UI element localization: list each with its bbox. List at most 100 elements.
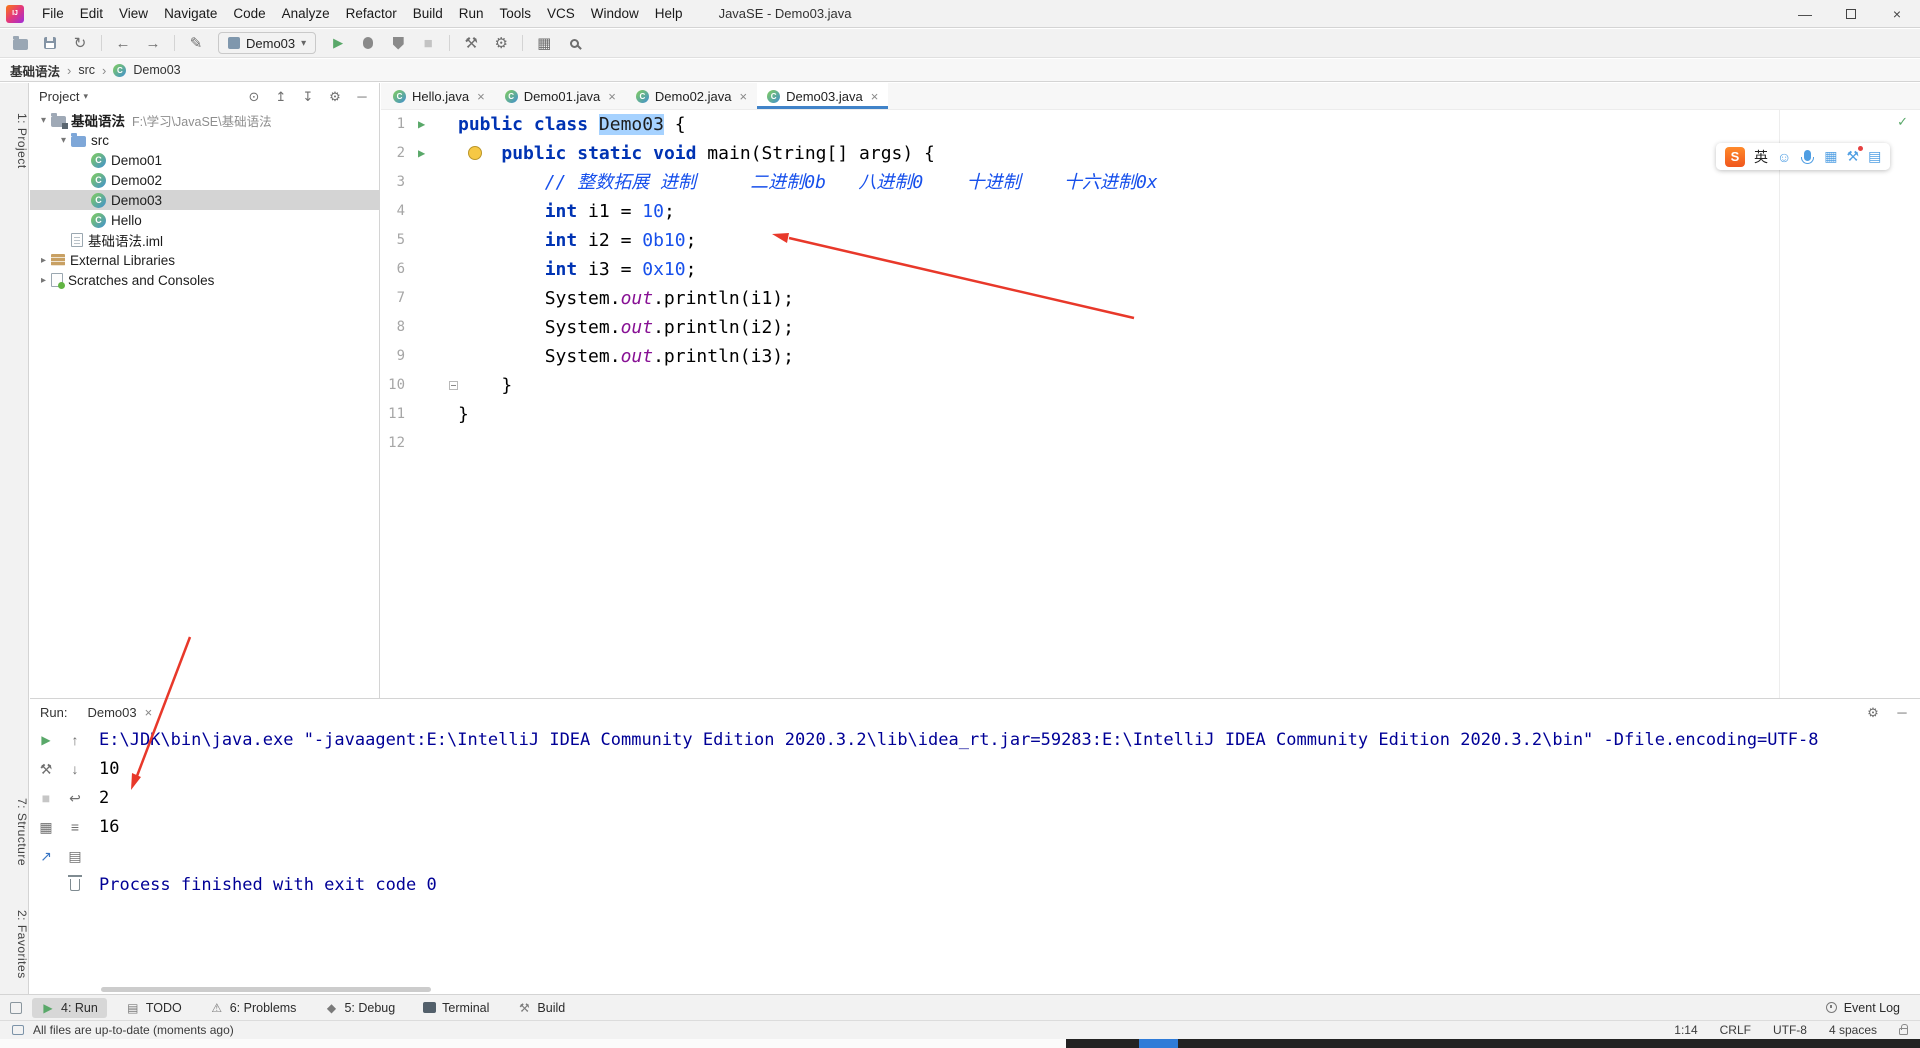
hide-panel-icon[interactable]: ─ [1894, 705, 1910, 721]
menu-vcs[interactable]: VCS [539, 0, 583, 27]
run-gutter-icon[interactable]: ▶ [418, 139, 425, 168]
editor-tab[interactable]: C Demo03.java × [757, 83, 889, 109]
restore-layout-button[interactable]: ▦ [36, 817, 56, 837]
tree-node[interactable]: ▸ Scratches and Consoles [30, 270, 379, 290]
editor-tab[interactable]: C Hello.java × [383, 83, 495, 109]
breadcrumb-item[interactable]: src [78, 63, 95, 77]
menu-analyze[interactable]: Analyze [274, 0, 338, 27]
lock-icon[interactable] [1899, 1024, 1908, 1035]
tree-node[interactable]: C Demo02 [30, 170, 379, 190]
line-separator[interactable]: CRLF [1720, 1023, 1751, 1037]
menu-refactor[interactable]: Refactor [338, 0, 405, 27]
run-gutter-icon[interactable]: ▶ [418, 110, 425, 139]
clear-all-button[interactable] [65, 875, 85, 895]
chevron-right-icon[interactable]: ▸ [36, 255, 51, 266]
project-panel-title[interactable]: Project [39, 89, 79, 104]
pin-button[interactable]: ↗ [36, 846, 56, 866]
editor-tab[interactable]: C Demo01.java × [495, 83, 626, 109]
close-icon[interactable]: × [477, 89, 485, 104]
indent-setting[interactable]: 4 spaces [1829, 1023, 1877, 1037]
gear-icon[interactable]: ⚙ [1865, 705, 1881, 721]
intention-bulb-icon[interactable] [468, 146, 482, 160]
code-line[interactable]: 9 System.out.println(i3); [381, 342, 1920, 371]
toolwindow-button[interactable]: ⚠ 6: Problems [201, 998, 306, 1018]
undo-button[interactable]: ✎ [184, 31, 208, 55]
prev-occurrence-button[interactable]: ↑ [65, 730, 85, 750]
editor-body[interactable]: 1 ▶ public class Demo03 {2 ▶ public static … [381, 110, 1920, 698]
emoji-icon[interactable]: ☺ [1777, 149, 1791, 165]
sogou-logo-icon[interactable]: S [1725, 146, 1745, 167]
code-line[interactable]: 7 System.out.println(i1); [381, 284, 1920, 313]
code-line[interactable]: 6 int i3 = 0x10; [381, 255, 1920, 284]
print-button[interactable]: ▤ [65, 846, 85, 866]
sync-button[interactable]: ↻ [68, 31, 92, 55]
taskbar-active-app[interactable] [1139, 1039, 1178, 1048]
close-button[interactable]: × [1874, 0, 1920, 27]
tree-node[interactable]: ▸ External Libraries [30, 250, 379, 270]
code-line[interactable]: 1 ▶ public class Demo03 { [381, 110, 1920, 139]
more-icon[interactable]: ▤ [1868, 148, 1881, 165]
event-log-button[interactable]: Event Log [1825, 1001, 1900, 1015]
locate-file-icon[interactable]: ⊙ [246, 89, 262, 105]
stop-button[interactable]: ■ [416, 31, 440, 55]
code-line[interactable]: 10 } [381, 371, 1920, 400]
expand-all-icon[interactable]: ↥ [273, 89, 289, 105]
toolwindow-stripe-favorites[interactable]: 2: Favorites [0, 910, 29, 979]
toolbox-icon[interactable]: ⚒ [1847, 146, 1863, 165]
forward-button[interactable]: → [141, 31, 165, 55]
close-icon[interactable]: × [871, 89, 879, 104]
toolwindow-button[interactable]: ▶ 4: Run [32, 997, 107, 1018]
toolwindow-button[interactable]: Terminal [414, 998, 498, 1018]
tree-node[interactable]: ▾ 基础语法 F:\学习\JavaSE\基础语法 [30, 110, 379, 130]
close-icon[interactable]: × [145, 705, 153, 720]
build-settings-button[interactable]: ⚒ [36, 759, 56, 779]
console-hscrollbar[interactable] [99, 986, 1920, 993]
search-everywhere-button[interactable] [562, 31, 586, 55]
menu-run[interactable]: Run [451, 0, 492, 27]
menu-file[interactable]: File [34, 0, 72, 27]
toolwindow-button[interactable]: ▤ TODO [117, 998, 191, 1018]
run-tab[interactable]: Demo03 × [79, 699, 160, 726]
menu-navigate[interactable]: Navigate [156, 0, 225, 27]
menu-window[interactable]: Window [583, 0, 647, 27]
toolwindow-stripe-structure[interactable]: 7: Structure [0, 798, 29, 866]
menu-help[interactable]: Help [647, 0, 691, 27]
build-project-button[interactable]: ⚒ [459, 31, 483, 55]
editor-tab[interactable]: C Demo02.java × [626, 83, 757, 109]
save-all-button[interactable] [38, 31, 62, 55]
menu-build[interactable]: Build [405, 0, 451, 27]
ime-language-indicator[interactable]: 英 [1754, 147, 1768, 167]
tree-node[interactable]: 基础语法.iml [30, 230, 379, 250]
settings-button[interactable]: ⚙ [489, 31, 513, 55]
caret-position[interactable]: 1:14 [1674, 1023, 1697, 1037]
run-config-selector[interactable]: Demo03 ▾ [218, 32, 317, 54]
tree-node[interactable]: C Demo03 [30, 190, 379, 210]
code-line[interactable]: 2 ▶ public static void main(String[] args… [381, 139, 1920, 168]
rerun-button[interactable]: ▶ [36, 730, 56, 750]
code-line[interactable]: 5 int i2 = 0b10; [381, 226, 1920, 255]
code-line[interactable]: 4 int i1 = 10; [381, 197, 1920, 226]
file-encoding[interactable]: UTF-8 [1773, 1023, 1807, 1037]
breadcrumb-item[interactable]: Demo03 [133, 63, 180, 77]
gear-icon[interactable]: ⚙ [327, 89, 343, 105]
menu-view[interactable]: View [111, 0, 156, 27]
debug-button[interactable] [356, 31, 380, 55]
maximize-button[interactable] [1828, 0, 1874, 27]
code-line[interactable]: 11} [381, 400, 1920, 429]
chevron-down-icon[interactable]: ▾ [56, 135, 71, 146]
keyboard-icon[interactable]: ▦ [1824, 148, 1837, 165]
tree-node[interactable]: C Hello [30, 210, 379, 230]
breadcrumb-item[interactable]: 基础语法 [10, 61, 60, 80]
back-button[interactable]: ← [111, 31, 135, 55]
layout-button[interactable]: ▦ [532, 31, 556, 55]
hide-panel-icon[interactable]: ─ [354, 89, 370, 105]
code-line[interactable]: 3 // 整数拓展 进制 二进制0b 八进制0 十进制 十六进制0x [381, 168, 1920, 197]
soft-wrap-button[interactable]: ↩ [65, 788, 85, 808]
collapse-all-icon[interactable]: ↧ [300, 89, 316, 105]
tree-node[interactable]: ▾ src [30, 130, 379, 150]
close-icon[interactable]: × [740, 89, 748, 104]
inspections-ok-icon[interactable]: ✓ [1897, 114, 1908, 130]
chevron-down-icon[interactable]: ▾ [36, 115, 51, 126]
scrollbar-thumb[interactable] [101, 987, 431, 992]
chevron-right-icon[interactable]: ▸ [36, 275, 51, 286]
